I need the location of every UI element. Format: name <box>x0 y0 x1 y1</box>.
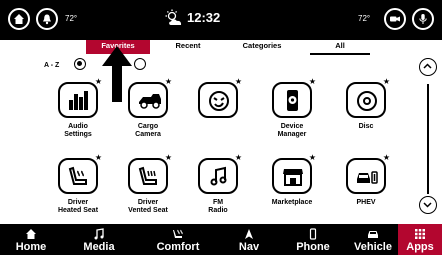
status-bar: 72° 12:32 72° <box>0 0 442 40</box>
app-label <box>188 123 248 131</box>
home-icon <box>26 229 36 239</box>
scroll-up-button[interactable] <box>419 58 437 76</box>
favorite-star-icon: ★ <box>94 77 102 86</box>
scrollbar-track[interactable] <box>427 84 429 194</box>
nav-nav[interactable]: Nav <box>220 224 278 255</box>
app-icon-frame: ★ <box>272 154 316 194</box>
app-fm-radio[interactable]: ★ FM Radio <box>188 154 248 215</box>
favorite-star-icon: ★ <box>234 77 242 86</box>
nav-vehicle[interactable]: Vehicle <box>348 224 398 255</box>
app-disc[interactable]: ★ Disc <box>336 78 396 131</box>
app-audio-settings[interactable]: ★ Audio Settings <box>48 78 108 139</box>
nav-apps[interactable]: Apps <box>398 224 442 255</box>
disc-icon <box>357 91 377 111</box>
app-phev[interactable]: ★ PHEV <box>336 154 396 207</box>
app-icon-frame: ★ <box>58 78 102 118</box>
phone-gear-icon <box>287 90 298 111</box>
app-icon-frame: ★ <box>58 154 102 194</box>
truck-camera-icon <box>139 94 161 109</box>
app-icon-frame: ★ <box>198 78 242 118</box>
music-note-icon <box>94 228 104 240</box>
favorite-star-icon: ★ <box>164 77 172 86</box>
app-icon-frame: ★ <box>272 78 316 118</box>
app-unlabeled[interactable]: ★ <box>188 78 248 131</box>
favorite-star-icon: ★ <box>234 153 242 162</box>
favorite-star-icon: ★ <box>308 77 316 86</box>
music-note-icon <box>210 166 227 186</box>
scroll-down-button[interactable] <box>419 196 437 214</box>
comfort-icon <box>173 229 183 238</box>
camera-button[interactable] <box>384 8 406 30</box>
app-label: Audio Settings <box>64 123 92 138</box>
app-icon-frame: ★ <box>346 78 390 118</box>
app-label: Cargo Camera <box>135 123 161 138</box>
nav-comfort[interactable]: Comfort <box>136 224 220 255</box>
sort-other-radio[interactable] <box>134 58 146 70</box>
nav-phone[interactable]: Phone <box>278 224 348 255</box>
favorite-star-icon: ★ <box>164 153 172 162</box>
vented-seat-icon <box>138 166 157 185</box>
smiley-icon <box>209 91 229 111</box>
app-driver-vented-seat[interactable]: ★ Driver Vented Seat <box>118 154 178 215</box>
app-cargo-camera[interactable]: ★ Cargo Camera <box>118 78 178 139</box>
tab-recent[interactable]: Recent <box>166 40 210 54</box>
app-icon-frame: ★ <box>346 154 390 194</box>
app-icon-frame: ★ <box>128 154 172 194</box>
home-button[interactable] <box>8 8 30 30</box>
bell-icon <box>43 14 51 25</box>
app-label: Disc <box>358 123 374 130</box>
left-temperature: 72° <box>65 14 78 23</box>
store-icon <box>283 169 303 186</box>
app-label: Driver Heated Seat <box>57 199 99 214</box>
car-plug-icon <box>357 171 378 184</box>
apps-screen: 72° 12:32 72° Favorites Recent Categorie… <box>0 0 442 255</box>
video-camera-icon <box>390 16 400 22</box>
app-icon-frame: ★ <box>198 154 242 194</box>
grid-icon <box>415 229 425 239</box>
app-driver-heated-seat[interactable]: ★ Driver Heated Seat <box>48 154 108 215</box>
category-tabs: Favorites Recent Categories All <box>0 40 442 56</box>
chevron-up-icon <box>423 63 432 69</box>
app-label: Device Manager <box>277 123 307 138</box>
nav-media[interactable]: Media <box>62 224 136 255</box>
tab-underline <box>310 53 370 55</box>
app-label: PHEV <box>356 199 376 206</box>
chevron-down-icon <box>423 202 432 208</box>
app-marketplace[interactable]: ★ Marketplace <box>262 154 322 207</box>
favorite-star-icon: ★ <box>382 77 390 86</box>
home-icon <box>14 14 24 24</box>
favorite-star-icon: ★ <box>308 153 316 162</box>
right-temperature: 72° <box>358 14 371 23</box>
app-label: FM Radio <box>208 199 228 214</box>
phone-icon <box>309 228 317 240</box>
bottom-nav-bar: Home Media Comfort Nav Phone Vehicle App… <box>0 224 442 255</box>
nav-arrow-icon <box>245 229 253 239</box>
nav-home[interactable]: Home <box>0 224 62 255</box>
partly-sunny-icon <box>165 9 182 25</box>
app-label: Marketplace <box>271 199 313 206</box>
tab-all[interactable]: All <box>320 40 360 54</box>
heated-seat-icon <box>68 166 87 185</box>
notification-button[interactable] <box>36 8 58 30</box>
app-device-manager[interactable]: ★ Device Manager <box>262 78 322 139</box>
car-icon <box>368 231 378 238</box>
voice-button[interactable] <box>412 8 434 30</box>
sort-az-radio[interactable] <box>74 58 86 70</box>
app-icon-frame: ★ <box>128 78 172 118</box>
favorite-star-icon: ★ <box>94 153 102 162</box>
sort-az-label: A - Z <box>44 62 60 69</box>
favorite-star-icon: ★ <box>382 153 390 162</box>
clock: 12:32 <box>187 10 221 25</box>
tab-categories[interactable]: Categories <box>230 40 294 54</box>
app-label: Driver Vented Seat <box>128 199 168 214</box>
equalizer-icon <box>69 91 88 110</box>
microphone-icon <box>419 14 427 24</box>
